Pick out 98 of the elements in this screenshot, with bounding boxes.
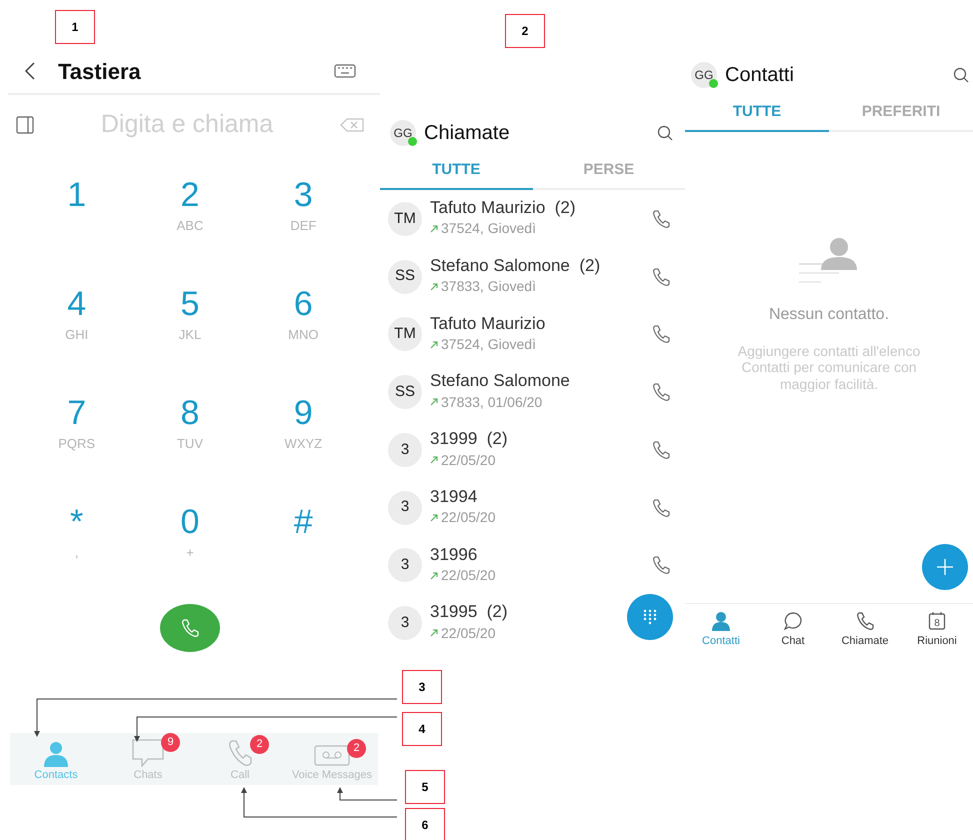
nav-tab[interactable]: 8 Riunioni [901,610,973,652]
count-badge: 2 [250,734,269,754]
dial-key[interactable]: * , [20,491,134,600]
dial-key[interactable]: 9 WXYZ [246,382,360,492]
plus-icon [937,559,953,575]
call-details: 37833, Giovedì [441,277,536,296]
voicemail-icon [314,742,350,766]
dial-key[interactable]: 2 ABC [133,164,247,274]
online-status-dot [709,79,718,88]
count-badge: 9 [161,732,180,752]
phone-icon[interactable] [651,498,671,518]
dial-key[interactable]: # [246,491,360,600]
keyboard-icon[interactable] [334,64,356,78]
contact-name: 31994 [430,486,478,508]
dialpad-icon [643,609,657,625]
callout-number: 6 [405,808,445,840]
count-badge: 2 [347,738,366,758]
call-details: 22/05/20 [441,450,496,470]
call-details: 37524, Giovedì [441,219,536,238]
contact-name: 31999 (2) [430,429,508,450]
phone-icon[interactable] [651,440,671,460]
tab[interactable]: PERSE [532,153,685,190]
outgoing-call-icon [430,514,438,522]
chat-bubble-icon [132,736,164,766]
person-icon [710,611,732,631]
calendar-icon: 8 [927,611,947,631]
avatar[interactable]: GG [691,62,717,88]
outgoing-call-icon [430,224,438,233]
dial-key[interactable]: 1 [20,164,134,274]
page-title: Tastiera [58,58,141,86]
call-details: 22/05/20 [441,566,496,586]
person-icon [43,740,69,766]
dial-key[interactable]: 3 DEF [246,164,360,274]
contact-book-icon[interactable] [16,116,34,134]
callout-number: 1 [55,10,95,44]
tab-bar-item[interactable]: 9 Chats [102,733,194,785]
dial-key[interactable]: 0 + [133,491,247,600]
contact-initials-avatar: 3 [388,548,422,582]
tab[interactable]: TUTTE [380,153,532,190]
phone-icon[interactable] [651,266,671,287]
dialpad-button[interactable] [627,594,673,640]
contact-name: Tafuto Maurizio (2) [430,198,576,218]
tab-bar-item[interactable]: 2 Call [194,733,286,785]
avatar[interactable]: GG [390,120,416,146]
tab-bar-item[interactable]: 2 Voice Messages [286,733,378,785]
contact-initials-avatar: TM [388,202,422,236]
outgoing-call-icon [430,398,438,406]
contact-initials-avatar: SS [388,260,422,294]
callout-number: 3 [402,670,442,704]
search-icon[interactable] [657,124,673,141]
callout-number: 4 [402,712,442,746]
page-title: Contatti [725,63,794,88]
contact-name: Stefano Salomone [430,371,570,392]
phone-icon[interactable] [651,555,671,576]
call-details: 37524, Giovedì [441,335,536,354]
contact-initials-avatar: 3 [388,606,422,640]
phone-icon[interactable] [651,208,671,229]
tab[interactable]: TUTTE [685,95,829,132]
outgoing-call-icon [430,340,438,348]
empty-state-title: Nessun contatto. [768,304,890,324]
tab[interactable]: PREFERITI [829,95,973,132]
dial-key[interactable]: 7 PQRS [20,382,134,492]
search-icon[interactable] [953,67,969,83]
tab-bar-item[interactable]: Contacts [10,733,102,785]
contact-name: Stefano Salomone (2) [430,256,600,276]
callout-number: 5 [405,770,445,804]
call-details: 37833, 01/06/20 [441,392,542,412]
dial-key[interactable]: 4 GHI [20,273,134,382]
contact-initials-avatar: 3 [388,490,422,525]
outgoing-call-icon [430,572,438,580]
contact-name: Tafuto Maurizio [430,314,546,334]
callout-number: 2 [505,14,545,48]
contact-name: 31995 (2) [430,602,508,623]
outgoing-call-icon [430,629,438,638]
page-title: Chiamate [424,120,510,146]
contact-initials-avatar: TM [388,317,422,352]
nav-tab[interactable]: Contatti [685,610,757,652]
phone-icon [180,618,200,638]
contact-initials-avatar: SS [388,375,422,410]
phone-icon [855,611,875,631]
dial-key[interactable]: 6 MNO [246,273,360,382]
call-details: 22/05/20 [441,508,496,528]
call-details: 22/05/20 [441,624,496,643]
nav-tab[interactable]: Chiamate [829,610,901,652]
dial-key[interactable]: 5 JKL [133,273,247,382]
dial-key[interactable]: 8 TUV [133,382,247,492]
phone-icon [227,738,253,766]
back-icon[interactable] [24,61,36,82]
phone-icon[interactable] [651,382,671,402]
online-status-dot [408,136,417,146]
contact-name: 31996 [430,544,478,566]
phone-icon[interactable] [651,324,671,344]
nav-tab[interactable]: Chat [757,610,829,652]
contact-initials-avatar: 3 [388,432,422,467]
outgoing-call-icon [430,282,438,291]
add-contact-button[interactable] [922,544,968,590]
chat-bubble-icon [783,611,803,631]
outgoing-call-icon [430,456,438,464]
